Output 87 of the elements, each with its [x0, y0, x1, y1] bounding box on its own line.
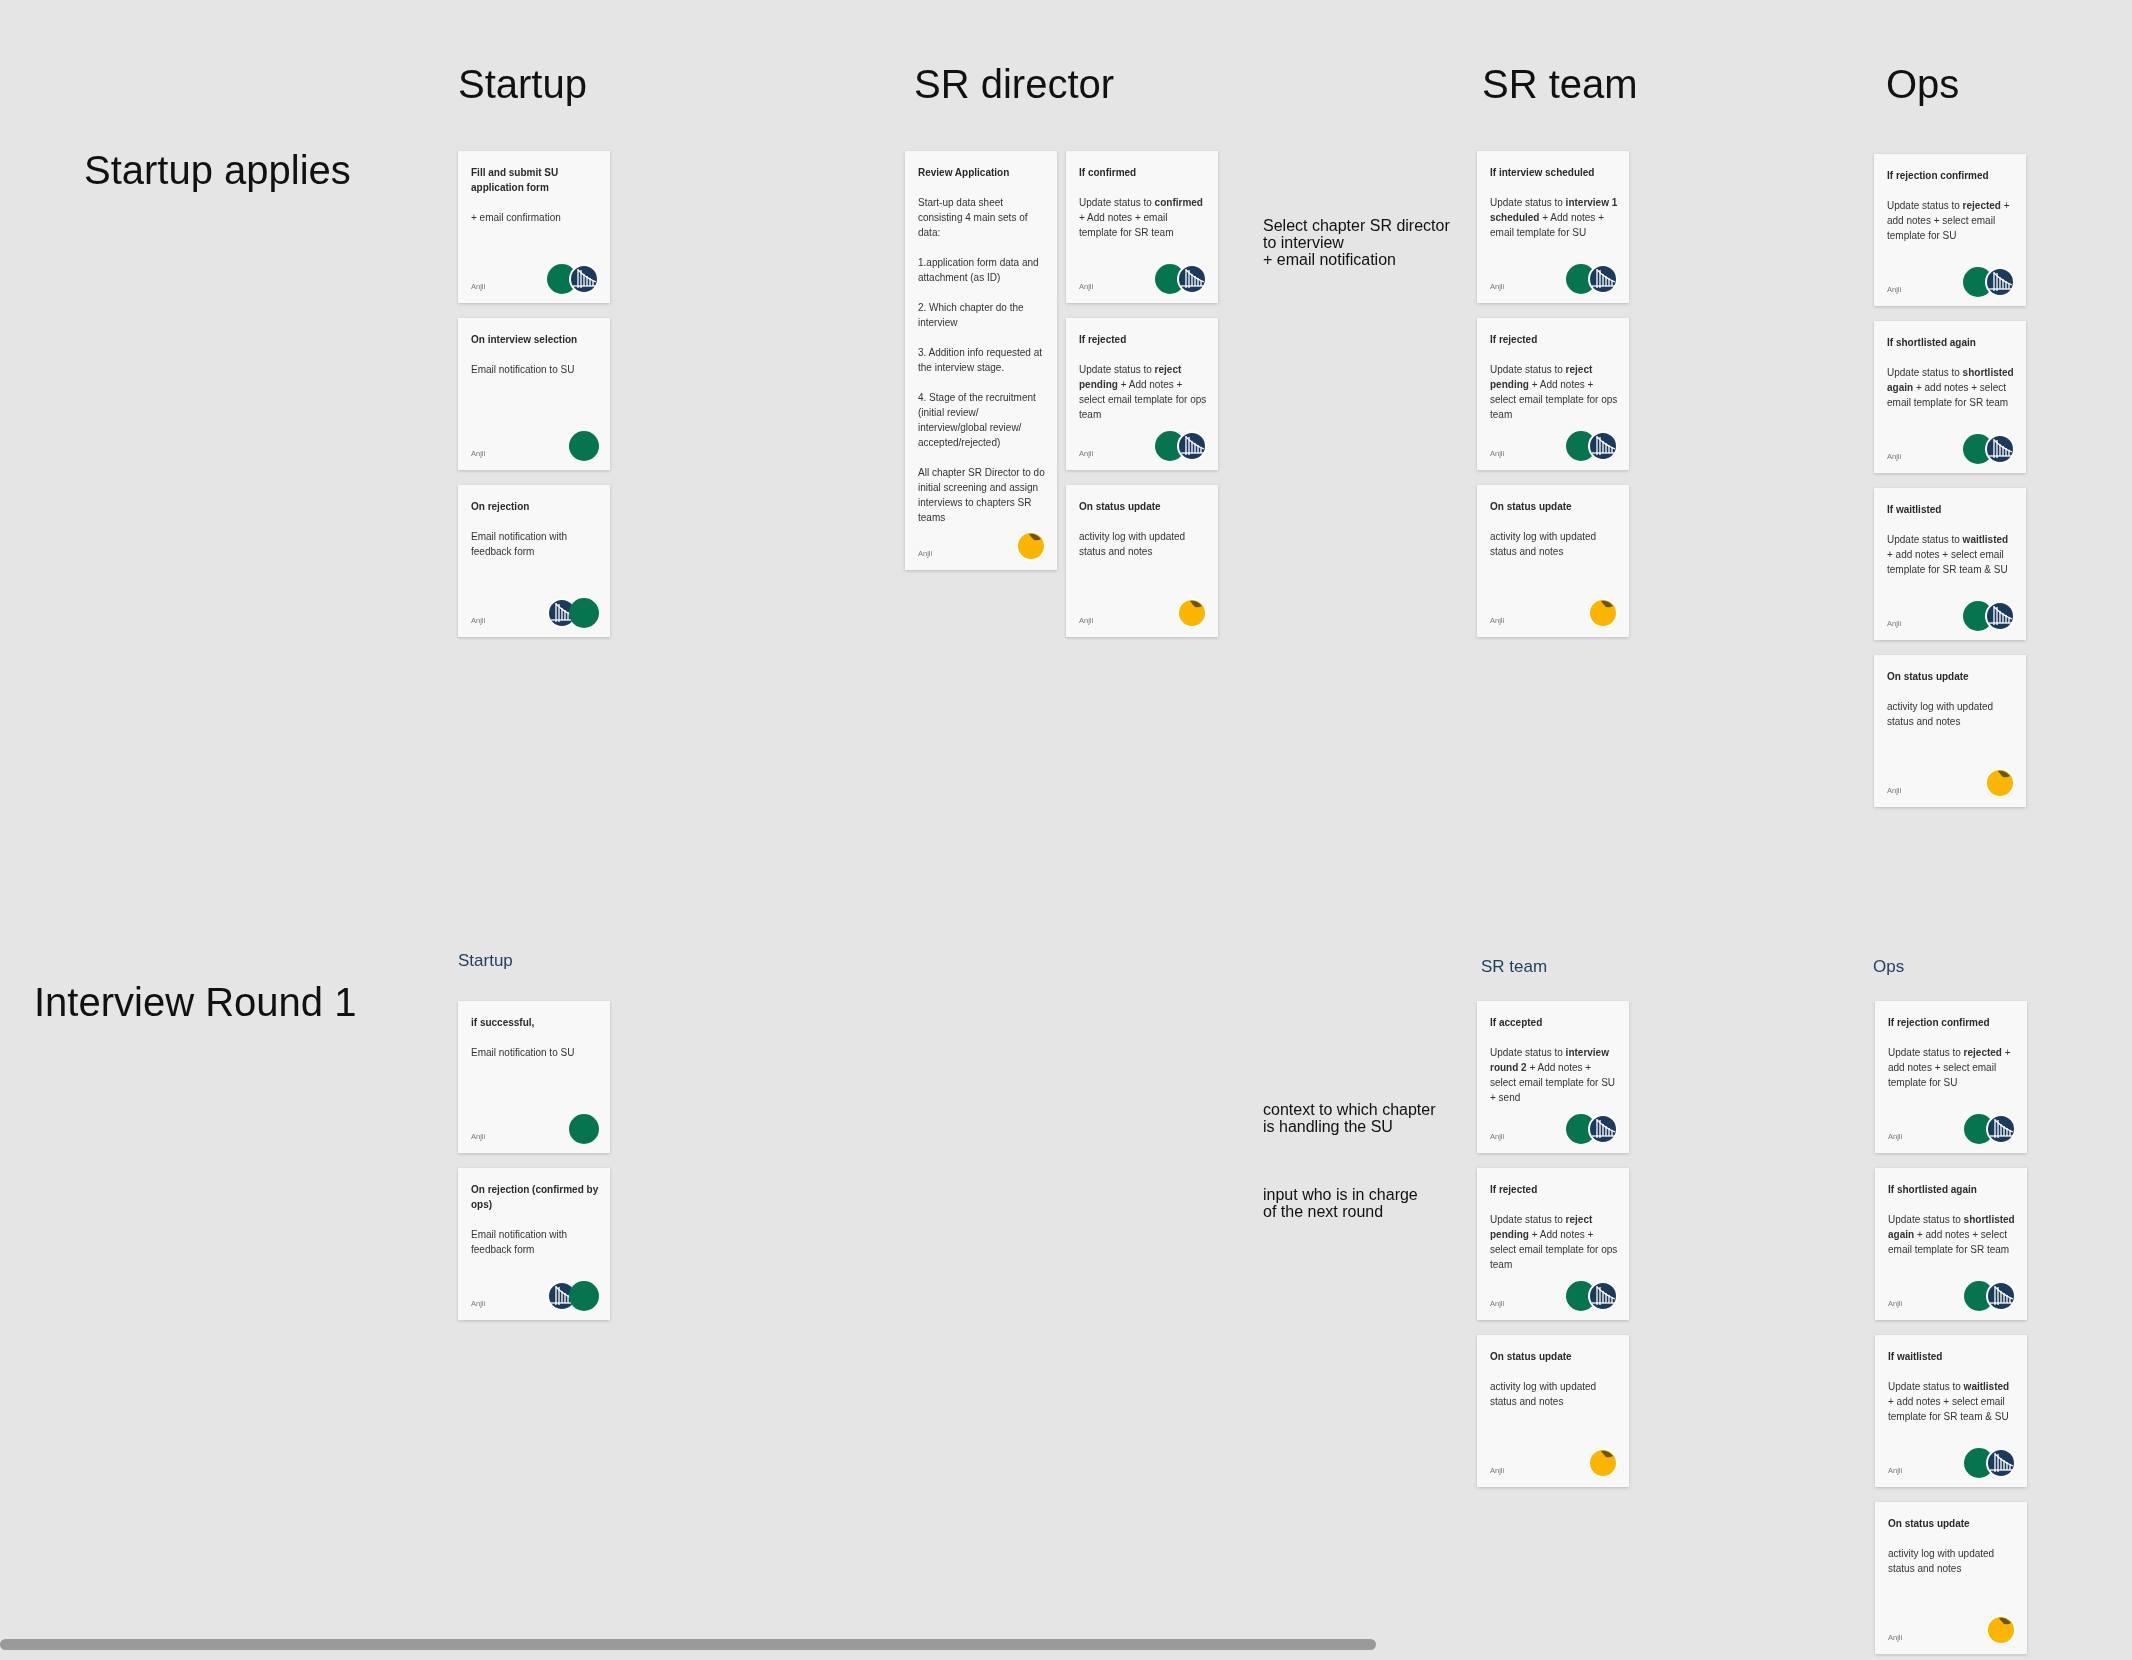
note-title: Fill and submit SU application form [471, 166, 560, 195]
sticker-icon [1177, 598, 1207, 628]
note-text: Update status to reject pending + Add notes + select email template for ops team [1490, 363, 1618, 422]
scrollbar[interactable] [0, 1639, 1376, 1650]
note-title: If rejection confirmed [1888, 1016, 1991, 1030]
section-title: Startup applies [84, 147, 351, 194]
note-title: If interview scheduled [1490, 166, 1596, 180]
note-text: Update status to shortlisted again + add notes + select email template for SR team [1887, 366, 2015, 410]
note-text: 3. Addition info requested at the interview stage. [918, 346, 1043, 375]
note-text: 1.application form data and attachment (as ID) [918, 256, 1040, 285]
column-heading: SR team [1482, 61, 1638, 108]
note-text: Email notification to SU [471, 1046, 576, 1060]
bridge-avatar-icon [1985, 267, 2015, 297]
avatar-icon [569, 1114, 599, 1144]
sticker-icon [1588, 598, 1618, 628]
note-title: On status update [1079, 500, 1162, 514]
note-title: On status update [1888, 1517, 1971, 1531]
note-title: On interview selection [471, 333, 579, 347]
note-text: Update status to reject pending + Add notes + select email template for ops team [1490, 1213, 1618, 1272]
canvas-note: input who is in charge of the next round [1263, 1186, 1418, 1220]
note-title: If confirmed [1079, 166, 1138, 180]
note-text: activity log with updated status and notes [1887, 700, 1995, 729]
note-title: If shortlisted again [1888, 1183, 1978, 1197]
bridge-avatar-icon [1588, 431, 1618, 461]
column-heading: Startup [458, 951, 513, 971]
note-text: Update status to reject pending + Add notes + select email template for ops team [1079, 363, 1207, 422]
bridge-avatar-icon [1986, 1281, 2016, 1311]
bridge-avatar-icon [1177, 431, 1207, 461]
bridge-avatar-icon [1985, 601, 2015, 631]
bridge-avatar-icon [1986, 1448, 2016, 1478]
note-text: Update status to confirmed + Add notes + email template for SR team [1079, 196, 1204, 240]
canvas-note: Select chapter SR director to interview + email notification [1263, 217, 1450, 268]
note-text: Update status to shortlisted again + add notes + select email template for SR team [1888, 1213, 2016, 1257]
note-text: activity log with updated status and notes [1888, 1547, 1996, 1576]
note-title: If rejected [1490, 1183, 1539, 1197]
column-heading: Ops [1886, 61, 1960, 108]
note-text: Update status to interview round 2 + Add notes + select email template for SU + send [1490, 1046, 1617, 1105]
sticker-icon [1016, 531, 1046, 561]
note-text: 2. Which chapter do the interview [918, 301, 1025, 330]
bridge-avatar-icon [1588, 264, 1618, 294]
note-title: On status update [1887, 670, 1970, 684]
bridge-avatar-icon [1177, 264, 1207, 294]
bridge-avatar-icon [569, 264, 599, 294]
note-title: If shortlisted again [1887, 336, 1977, 350]
bridge-avatar-icon [1986, 1114, 2016, 1144]
note-text: Email notification with feedback form [471, 1228, 569, 1257]
bridge-avatar-icon [1588, 1114, 1618, 1144]
note-title: On rejection [471, 500, 531, 514]
note-title: If waitlisted [1887, 503, 1943, 517]
note-text: activity log with updated status and notes [1490, 530, 1598, 559]
note-title: If rejection confirmed [1887, 169, 1990, 183]
note-text: Email notification with feedback form [471, 530, 569, 559]
avatar-icon [569, 1281, 599, 1311]
note-text: Update status to waitlisted + add notes + select email template for SR team & SU [1888, 1380, 2011, 1424]
note-title: If rejected [1079, 333, 1128, 347]
column-heading: Startup [458, 61, 587, 108]
section-title: Interview Round 1 [34, 979, 357, 1026]
note-title: On status update [1490, 1350, 1573, 1364]
note-title: If waitlisted [1888, 1350, 1944, 1364]
bridge-avatar-icon [1985, 434, 2015, 464]
note-title: Review Application [918, 166, 1011, 180]
canvas-note: context to which chapter is handling the SU [1263, 1101, 1436, 1135]
note-text: + email confirmation [471, 211, 562, 225]
note-title: if successful, [471, 1016, 536, 1030]
note-text: Update status to waitlisted + add notes + select email template for SR team & SU [1887, 533, 2010, 577]
note-text: All chapter SR Director to do initial screening and assign interviews to chapters SR teams [918, 466, 1046, 525]
note-text: activity log with updated status and notes [1490, 1380, 1598, 1409]
avatar-icon [569, 431, 599, 461]
bridge-avatar-icon [1588, 1281, 1618, 1311]
sticker-icon [1986, 1615, 2016, 1645]
sticker-icon [1588, 1448, 1618, 1478]
note-title: If accepted [1490, 1016, 1544, 1030]
note-text: Start-up data sheet consisting 4 main sets of data: [918, 196, 1029, 240]
note-title: On rejection (confirmed by ops) [471, 1183, 599, 1212]
note-text: Update status to interview 1 scheduled + Add notes + email template for SU [1490, 196, 1618, 240]
avatar-icon [569, 598, 599, 628]
note-text: 4. Stage of the recruitment (initial review/ interview/global review/ accepted/rejected) [918, 391, 1037, 450]
note-text: activity log with updated status and notes [1079, 530, 1187, 559]
column-heading: Ops [1873, 957, 1905, 977]
note-text: Email notification to SU [471, 363, 576, 377]
note-title: On status update [1490, 500, 1573, 514]
note-text: Update status to rejected + add notes + select email template for SU [1888, 1046, 2012, 1090]
sticker-icon [1985, 768, 2015, 798]
column-heading: SR team [1481, 957, 1548, 977]
note-text: Update status to rejected + add notes + select email template for SU [1887, 199, 2011, 243]
column-heading: SR director [914, 61, 1115, 108]
note-title: If rejected [1490, 333, 1539, 347]
